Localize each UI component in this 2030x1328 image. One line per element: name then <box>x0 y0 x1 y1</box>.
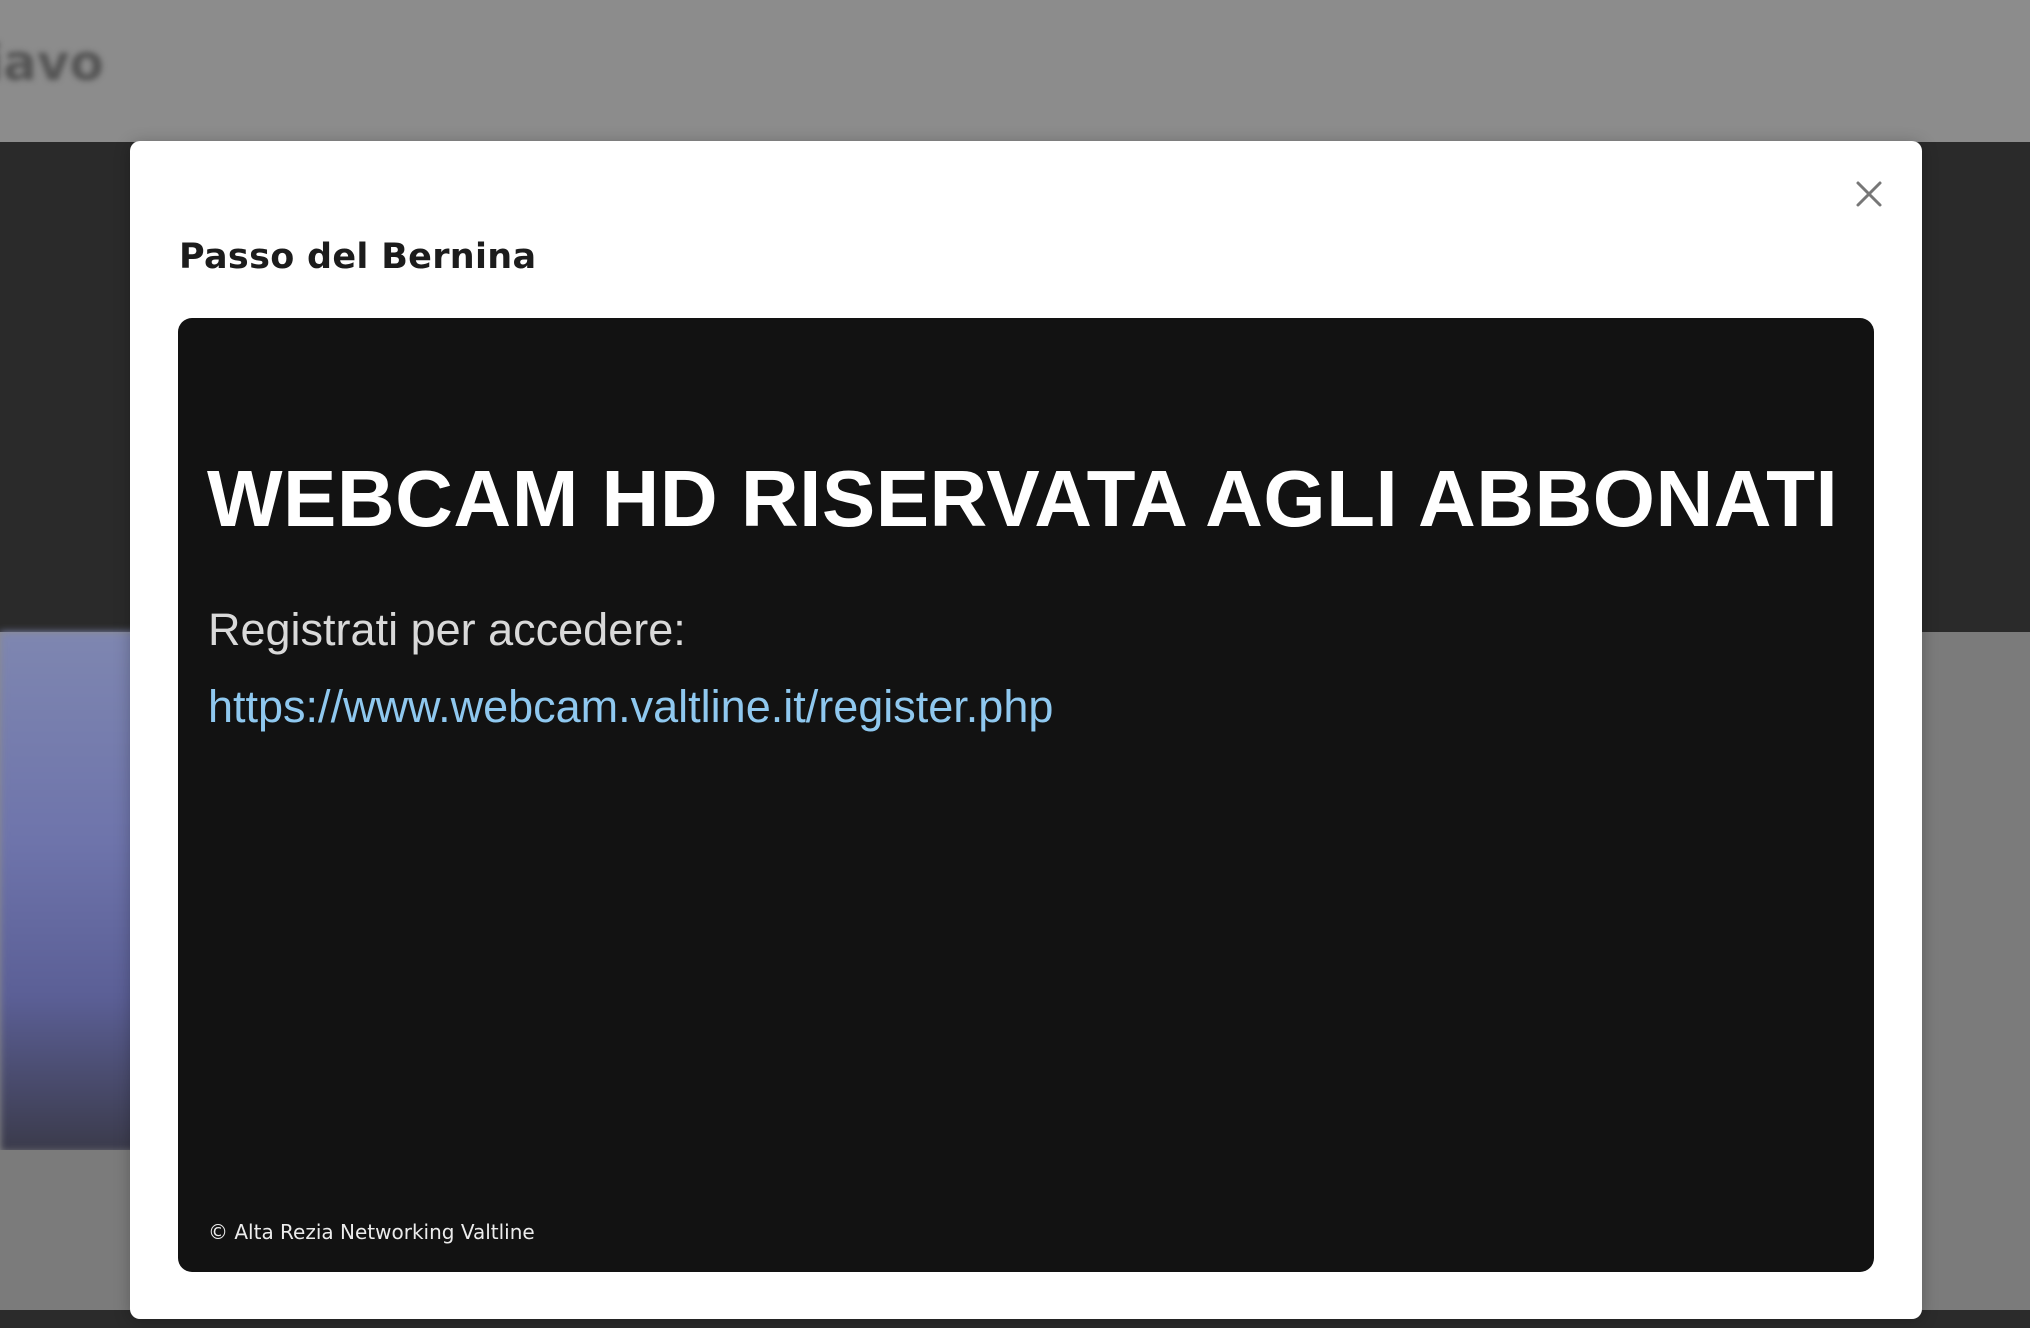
page: iavo Passo del Bernina WEBCAM HD RISERVA… <box>0 0 2030 1328</box>
register-link[interactable]: https://www.webcam.valtline.it/register.… <box>208 681 1053 733</box>
modal-title: Passo del Bernina <box>179 237 537 277</box>
background-brand-text: iavo <box>0 34 104 92</box>
close-icon[interactable] <box>1852 177 1886 211</box>
copyright-text: © Alta Rezia Networking Valtline <box>208 1220 535 1244</box>
background-right-panel <box>1920 632 2030 1328</box>
subscriber-notice-heading: WEBCAM HD RISERVATA AGLI ABBONATI <box>207 454 1839 543</box>
background-lower-panel <box>0 1150 140 1310</box>
register-prompt: Registrati per accedere: <box>208 604 686 655</box>
webcam-viewer: WEBCAM HD RISERVATA AGLI ABBONATI Regist… <box>178 318 1874 1272</box>
webcam-modal: Passo del Bernina WEBCAM HD RISERVATA AG… <box>130 141 1922 1319</box>
background-webcam-thumbnail <box>0 632 140 1152</box>
background-header: iavo <box>0 0 2030 140</box>
